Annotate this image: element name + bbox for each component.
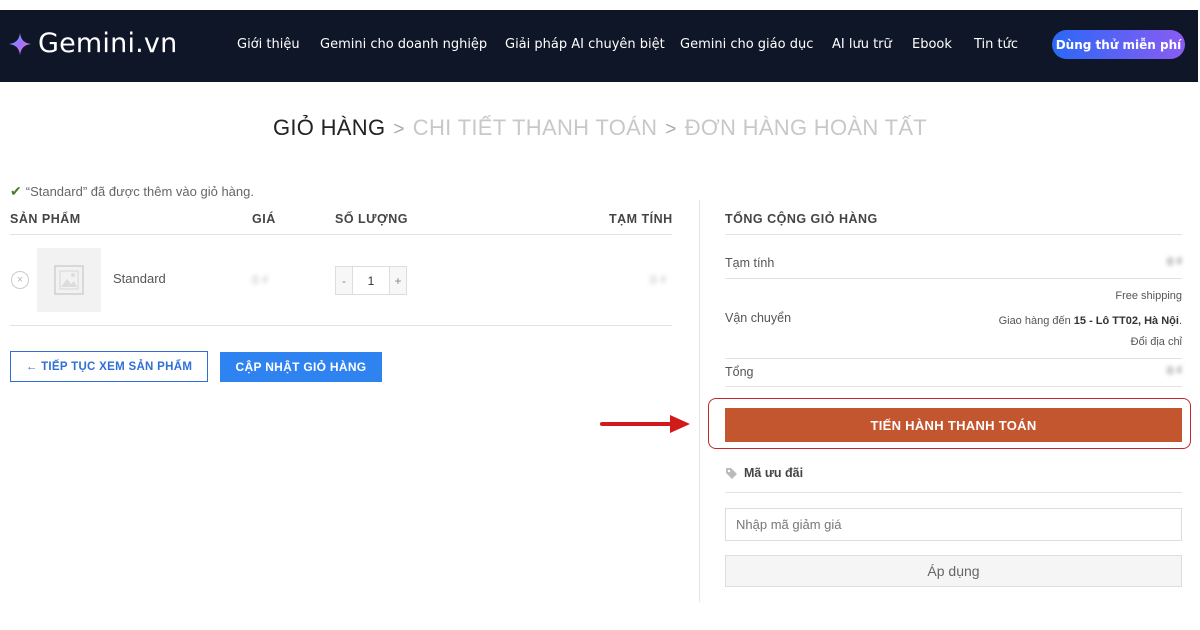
total-label: Tổng (725, 365, 754, 379)
gemini-sparkle-icon (9, 32, 31, 55)
divider (725, 386, 1182, 387)
cart-totals-title: TỔNG CỘNG GIỎ HÀNG (725, 212, 878, 226)
item-price: 0 ₫ (252, 273, 269, 287)
checkout-steps: GIỎ HÀNG > CHI TIẾT THANH TOÁN > ĐƠN HÀNG HO… (0, 115, 1200, 141)
coupon-code-input[interactable] (725, 508, 1182, 541)
coupon-label: Mã ưu đãi (744, 466, 804, 480)
nav-item-giai-phap-ai[interactable]: Giải pháp AI chuyên biệt (505, 37, 665, 52)
divider (725, 358, 1182, 359)
image-placeholder-icon (54, 265, 84, 295)
checkmark-icon: ✔ (10, 183, 22, 199)
column-divider (699, 200, 700, 602)
proceed-to-checkout-button[interactable]: TIẾN HÀNH THANH TOÁN (725, 408, 1182, 442)
shipping-destination: Giao hàng đến 15 - Lô TT02, Hà Nội. (998, 315, 1182, 327)
column-header-price: GIÁ (252, 212, 276, 226)
total-value: 0 ₫ (1167, 365, 1182, 377)
nav-item-giao-duc[interactable]: Gemini cho giáo dục (680, 37, 813, 52)
column-header-subtotal: TẠM TÍNH (609, 212, 673, 226)
remove-item-icon[interactable]: × (11, 271, 29, 289)
step-order-complete: ĐƠN HÀNG HOÀN TẤT (684, 115, 928, 140)
apply-coupon-button[interactable]: Áp dụng (725, 555, 1182, 587)
annotation-arrow-icon (600, 415, 690, 433)
product-thumbnail[interactable] (37, 248, 101, 312)
nav-item-tin-tuc[interactable]: Tin tức (974, 37, 1018, 52)
update-cart-button[interactable]: CẬP NHẬT GIỎ HÀNG (220, 352, 382, 382)
top-navbar: Gemini.vn Giới thiệu Gemini cho doanh ng… (0, 10, 1198, 82)
added-to-cart-notice: ✔ “Standard” đã được thêm vào giỏ hàng. (10, 183, 254, 200)
nav-item-ai-luu-tru[interactable]: AI lưu trữ (832, 37, 892, 52)
divider (725, 234, 1182, 235)
coupon-heading: Mã ưu đãi (725, 466, 803, 480)
quantity-increment-button[interactable]: + (390, 267, 406, 294)
step-separator: > (665, 119, 677, 140)
step-cart: GIỎ HÀNG (272, 115, 386, 140)
subtotal-label: Tạm tính (725, 256, 775, 270)
step-checkout-details[interactable]: CHI TIẾT THANH TOÁN (413, 115, 658, 140)
divider (10, 234, 672, 235)
quantity-stepper: - 1 + (335, 266, 407, 295)
logo[interactable]: Gemini.vn (8, 28, 177, 59)
nav-item-doanh-nghiep[interactable]: Gemini cho doanh nghiệp (320, 37, 487, 52)
tag-icon (726, 467, 737, 479)
shipping-label: Vận chuyển (725, 311, 792, 325)
shipping-address: 15 - Lô TT02, Hà Nội (1073, 315, 1179, 327)
nav-item-ebook[interactable]: Ebook (912, 37, 952, 52)
change-address-link[interactable]: Đổi địa chỉ (1131, 336, 1182, 348)
product-name[interactable]: Standard (113, 271, 166, 286)
quantity-input[interactable]: 1 (352, 267, 390, 294)
quantity-decrement-button[interactable]: - (336, 267, 352, 294)
free-trial-button[interactable]: Dùng thử miễn phí (1052, 30, 1185, 59)
logo-text: Gemini.vn (38, 28, 178, 59)
divider (725, 278, 1182, 279)
shipping-prefix: Giao hàng đến (998, 315, 1071, 327)
column-header-quantity: SỐ LƯỢNG (335, 212, 408, 226)
subtotal-value: 0 ₫ (1167, 256, 1182, 268)
shipping-method: Free shipping (1115, 290, 1182, 302)
step-separator: > (393, 119, 405, 140)
notice-text: “Standard” đã được thêm vào giỏ hàng. (25, 184, 254, 199)
nav-item-gioi-thieu[interactable]: Giới thiệu (237, 37, 300, 52)
item-subtotal: 0 ₫ (650, 273, 667, 287)
continue-shopping-button[interactable]: ← TIẾP TỤC XEM SẢN PHẨM (10, 351, 208, 382)
divider (10, 325, 672, 326)
column-header-product: SẢN PHẨM (10, 212, 81, 226)
divider (725, 492, 1182, 493)
